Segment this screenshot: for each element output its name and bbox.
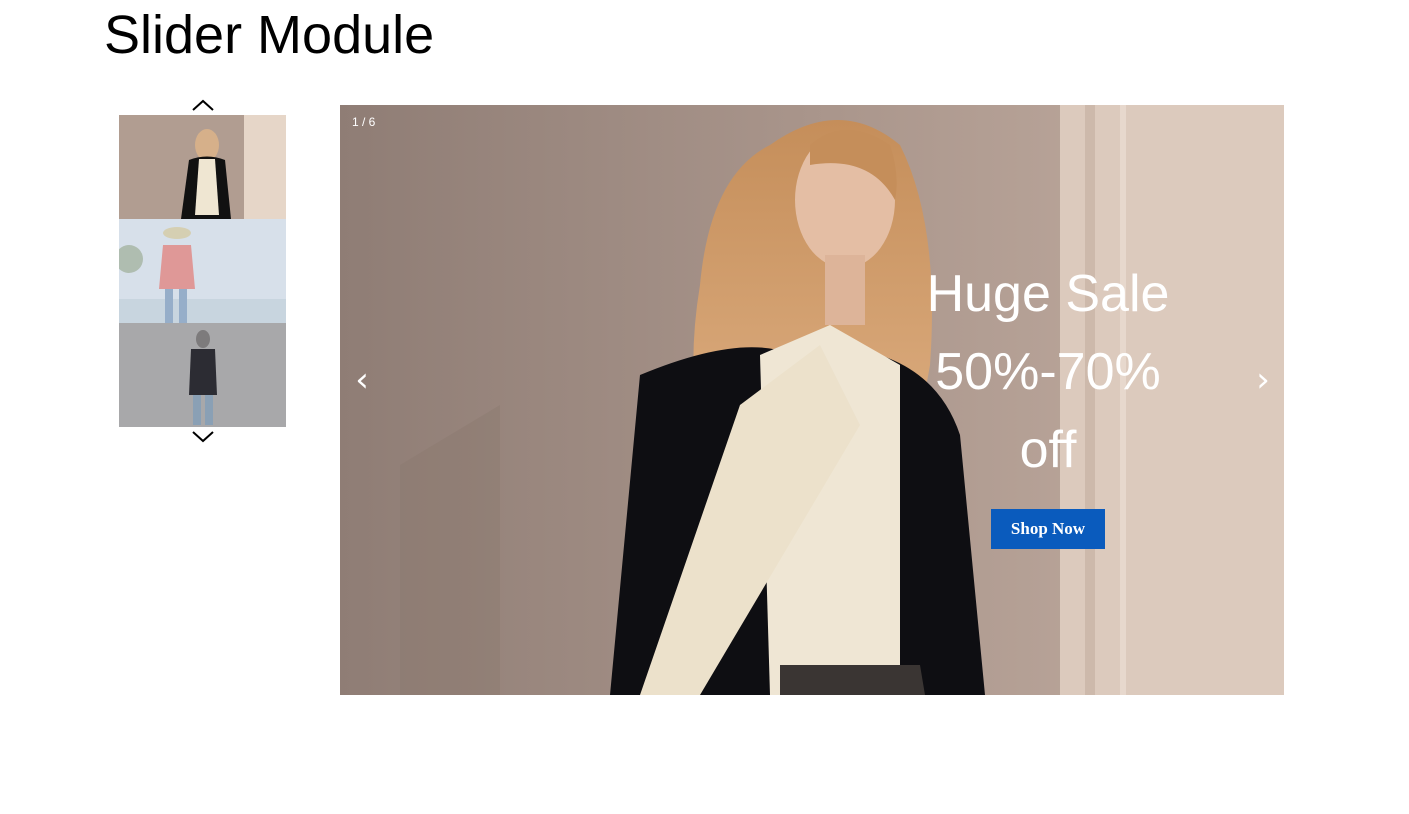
thumbnail-3[interactable] <box>119 323 286 427</box>
slide-caption: Huge Sale 50%-70% off Shop Now <box>900 255 1196 549</box>
chevron-down-icon[interactable] <box>191 430 215 444</box>
thumbnail-2[interactable] <box>119 219 286 323</box>
main-slider: 1 / 6 ‹ › Huge Sale 50%-70% off Shop Now <box>340 105 1284 695</box>
thumbnail-1[interactable] <box>119 115 286 219</box>
next-slide-button[interactable]: › <box>1248 360 1278 400</box>
chevron-up-icon[interactable] <box>191 98 215 112</box>
thumbnail-navigation <box>119 98 286 448</box>
slide-headline: Huge Sale 50%-70% off <box>926 265 1170 479</box>
previous-slide-button[interactable]: ‹ <box>347 360 377 400</box>
page-title: Slider Module <box>104 5 435 65</box>
shop-now-button[interactable]: Shop Now <box>990 509 1106 549</box>
slide-counter: 1 / 6 <box>352 115 376 129</box>
